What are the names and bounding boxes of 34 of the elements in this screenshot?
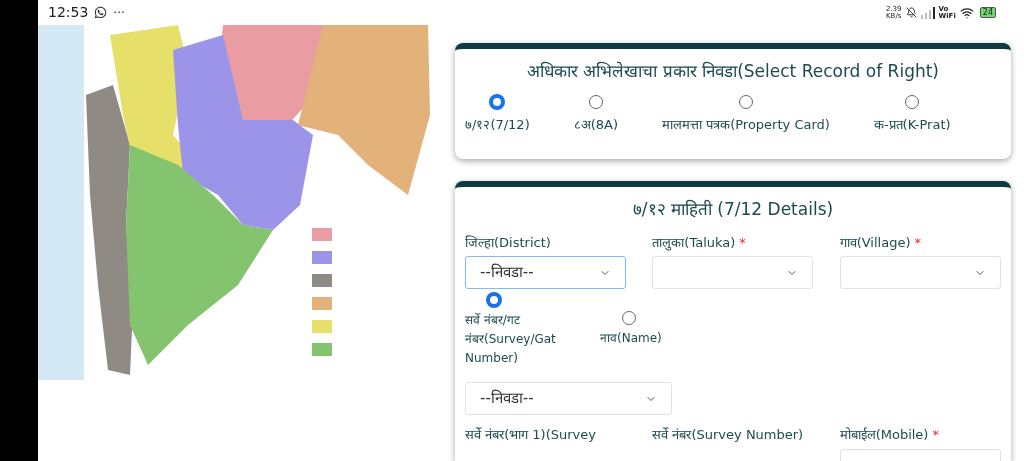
dropdown-field[interactable] bbox=[652, 256, 814, 289]
option-label: मालमत्ता पत्रक(Property Card) bbox=[662, 115, 830, 134]
dropdown-field[interactable]: --निवडा-- bbox=[465, 382, 672, 415]
field-label: मोबाईल(Mobile) bbox=[839, 426, 929, 444]
radio-label: सर्वे नंबर/गट नंबर(Survey/Gat Number) bbox=[465, 312, 557, 367]
wifi-icon bbox=[959, 5, 974, 20]
radio-button[interactable] bbox=[905, 94, 920, 109]
option-label: ७/१२(7/12) bbox=[465, 115, 530, 134]
more-notifications: ··· bbox=[113, 4, 125, 22]
radio-button[interactable] bbox=[490, 94, 505, 109]
radio-button[interactable] bbox=[738, 94, 753, 109]
battery-level: 24 bbox=[979, 7, 996, 18]
card-title: ७/१२ माहिती (7/12 Details) bbox=[632, 198, 834, 221]
field-label: सर्वे नंबर(Survey Number) bbox=[652, 426, 804, 444]
radio-label: नाव(Name) bbox=[600, 330, 662, 347]
signal-icon bbox=[920, 6, 935, 19]
radio-button[interactable] bbox=[487, 293, 501, 307]
field-label: तालुका(Taluka) bbox=[652, 233, 736, 252]
option-label: ८अ(8A) bbox=[573, 115, 619, 134]
muted-bell-icon bbox=[905, 7, 917, 18]
clock-time: 12:53 bbox=[48, 3, 89, 22]
radio-button[interactable] bbox=[588, 94, 603, 109]
required-marker: * bbox=[914, 233, 921, 252]
field-label: गाव(Village) bbox=[839, 233, 911, 252]
required-marker: * bbox=[932, 426, 939, 444]
dropdown-field[interactable] bbox=[839, 256, 1001, 289]
card-title: अधिकार अभिलेखाचा प्रकार निवडा(Select Record of Right) bbox=[527, 60, 939, 83]
required-marker: * bbox=[739, 233, 746, 252]
dropdown-field[interactable]: --निवडा-- bbox=[465, 256, 626, 289]
chat-app-icon bbox=[94, 6, 108, 19]
option-label: क-प्रत(K-Prat) bbox=[873, 115, 951, 134]
field-label: जिल्हा(District) bbox=[465, 233, 551, 252]
field-label: सर्वे नंबर(भाग 1)(Survey bbox=[465, 426, 596, 444]
radio-button[interactable] bbox=[622, 311, 636, 325]
